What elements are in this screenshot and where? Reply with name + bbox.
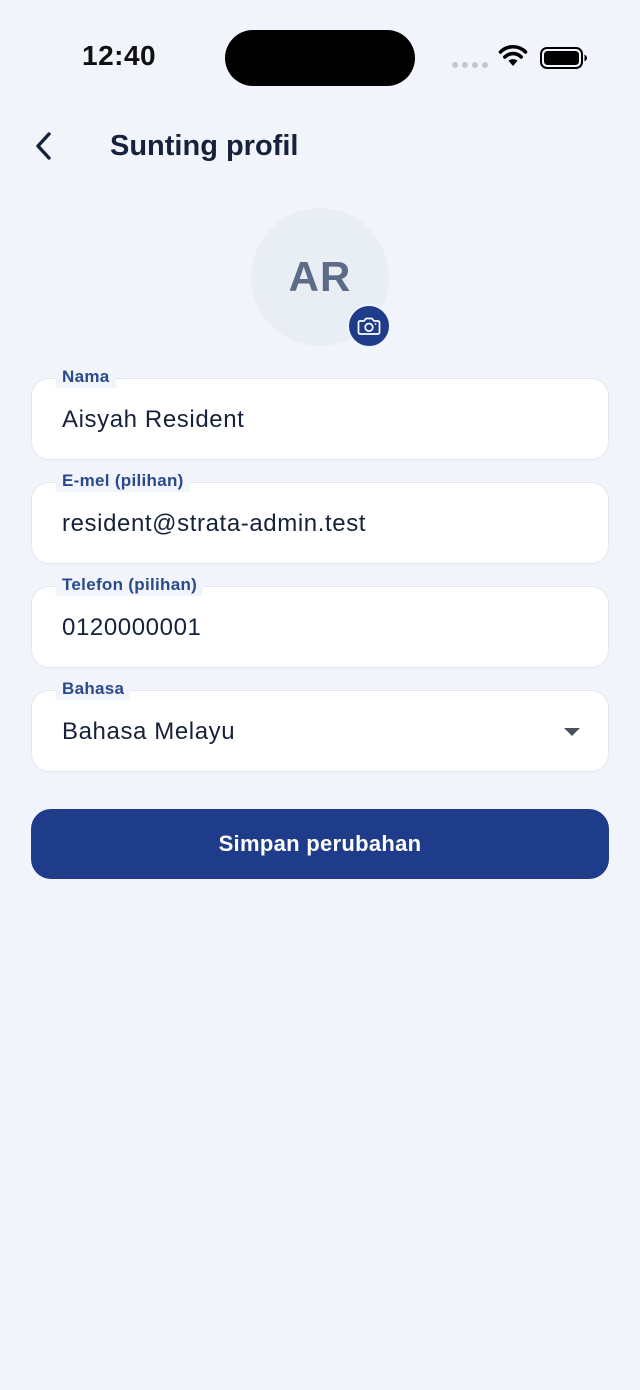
page-title: Sunting profil [110,130,299,162]
status-time: 12:40 [82,40,157,71]
save-changes-button[interactable]: Simpan perubahan [31,809,609,879]
camera-icon [357,317,381,335]
back-button[interactable] [22,124,66,168]
avatar-initials: AR [288,253,352,300]
language-selected-value: Bahasa Melayu [62,718,236,745]
status-bar: 12:40 [0,0,640,110]
dynamic-island [225,30,415,86]
dropdown-arrow-icon [564,728,580,736]
battery-icon [540,47,587,69]
email-field: E-mel (pilihan) [31,470,609,565]
signal-icon [452,62,490,68]
phone-field: Telefon (pilihan) [31,574,609,669]
wifi-icon [498,44,528,66]
language-select[interactable]: Bahasa Bahasa Melayu [31,678,609,772]
email-input[interactable] [62,483,562,565]
name-field: Nama [31,366,609,461]
chevron-left-icon [36,132,51,160]
profile-avatar-section: AR [251,208,391,350]
change-photo-button[interactable] [347,304,391,348]
name-input[interactable] [62,379,562,461]
top-navigation: Sunting profil [0,110,640,184]
phone-input[interactable] [62,587,562,669]
